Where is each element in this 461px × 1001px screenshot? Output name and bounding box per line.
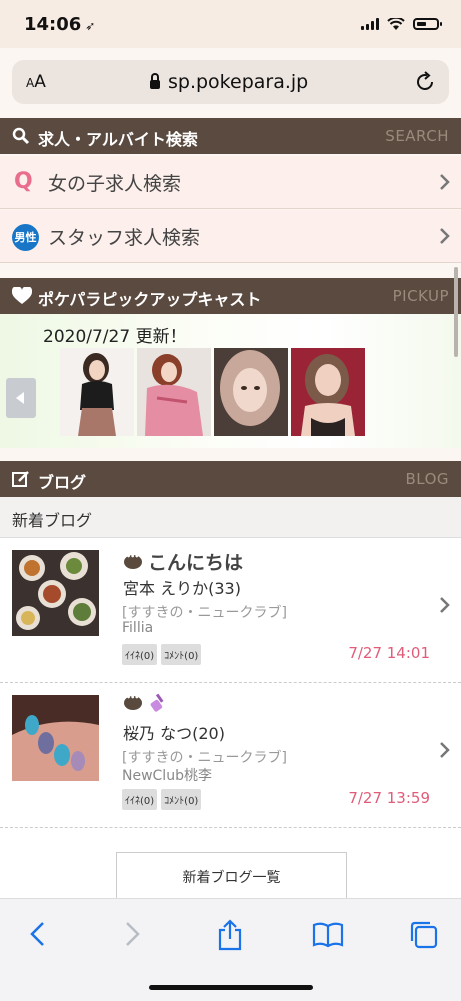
like-count-badge: ｲｲﾈ(0): [122, 789, 158, 810]
clock: 14:06 ➶: [24, 14, 96, 35]
reaction-badges: ｲｲﾈ(0) ｺﾒﾝﾄ(0): [122, 789, 202, 810]
reload-icon[interactable]: [413, 70, 437, 94]
staff-job-search-link[interactable]: 男性 スタッフ求人検索: [0, 210, 461, 263]
cast-photo[interactable]: [291, 348, 365, 436]
blog-thumbnail: [12, 550, 99, 636]
back-icon[interactable]: [26, 919, 50, 949]
female-job-search-link[interactable]: Q 女の子求人検索: [0, 156, 461, 209]
cast-photo[interactable]: [214, 348, 288, 436]
shop-area: [すすきの・ニュークラブ]: [122, 605, 287, 621]
text-size-button[interactable]: AA: [26, 72, 46, 92]
nail-polish-icon: [150, 693, 164, 712]
comment-count-badge: ｺﾒﾝﾄ(0): [161, 789, 202, 810]
blog-post-item[interactable]: こんにちは 宮本 えりか(33) [すすきの・ニュークラブ] Fillia ｲｲ…: [0, 538, 461, 683]
female-q-icon: Q: [14, 169, 33, 194]
url-text: sp.pokepara.jp: [168, 71, 309, 93]
search-icon: [12, 127, 30, 145]
search-section-header: 求人・アルバイト検索 SEARCH: [0, 118, 461, 154]
wifi-icon: [387, 18, 405, 30]
blog-section-header: ブログ BLOG: [0, 461, 461, 497]
bookmarks-icon[interactable]: [312, 919, 344, 949]
comment-count-badge: ｺﾒﾝﾄ(0): [161, 644, 202, 665]
new-blog-subheading: 新着ブログ: [0, 497, 461, 538]
chevron-right-icon: [440, 228, 450, 244]
cast-photo[interactable]: [60, 348, 134, 436]
status-icons: [361, 18, 442, 30]
page-scrollbar[interactable]: [454, 267, 458, 357]
new-blog-list-button[interactable]: 新着ブログ一覧: [116, 852, 347, 901]
menu-label: 女の子求人検索: [48, 173, 182, 195]
like-count-badge: ｲｲﾈ(0): [122, 644, 158, 665]
blog-post-item[interactable]: 桜乃 なつ(20) [すすきの・ニュークラブ] NewClub桃李 ｲｲﾈ(0)…: [0, 683, 461, 828]
cast-photo[interactable]: [137, 348, 211, 436]
section-en-label: BLOG: [405, 470, 449, 488]
post-time: 7/27 14:01: [348, 644, 430, 662]
section-title: ポケパラピックアップキャスト: [38, 290, 262, 309]
club-name: NewClub桃李: [122, 768, 212, 784]
club-name: Fillia: [122, 620, 154, 636]
blog-thumbnail: [12, 695, 99, 781]
menu-label: スタッフ求人検索: [48, 227, 201, 249]
chevron-right-icon: [440, 597, 450, 613]
section-title: 求人・アルバイト検索: [38, 130, 198, 149]
forward-icon[interactable]: [120, 919, 144, 949]
cast-name: 宮本 えりか(33): [123, 579, 241, 598]
blog-title: [124, 693, 174, 713]
comment-bubble-icon: [124, 552, 142, 569]
chevron-right-icon: [440, 174, 450, 190]
tabs-icon[interactable]: [408, 919, 440, 951]
carousel-prev-button[interactable]: [6, 378, 36, 418]
status-bar: 14:06 ➶: [0, 0, 461, 48]
reaction-badges: ｲｲﾈ(0) ｺﾒﾝﾄ(0): [122, 644, 202, 665]
location-arrow-icon: ➶: [85, 19, 96, 33]
cellular-signal-icon: [361, 18, 379, 30]
pickup-section-header: ポケパラピックアップキャスト PICKUP: [0, 278, 461, 314]
comment-bubble-icon: [124, 693, 142, 710]
share-icon[interactable]: [216, 919, 244, 951]
post-time: 7/27 13:59: [348, 789, 430, 807]
section-en-label: SEARCH: [385, 127, 449, 145]
male-badge-icon: 男性: [12, 224, 39, 251]
blog-title: こんにちは: [124, 548, 243, 575]
url-display[interactable]: sp.pokepara.jp: [150, 71, 308, 93]
battery-icon: [413, 18, 442, 30]
heart-icon: [12, 287, 32, 304]
address-bar[interactable]: AA sp.pokepara.jp: [12, 60, 449, 104]
lock-icon: [150, 72, 160, 89]
pickup-updated-date: 2020/7/27 更新！: [43, 327, 187, 347]
chevron-right-icon: [440, 742, 450, 758]
cast-name: 桜乃 なつ(20): [123, 724, 225, 743]
section-en-label: PICKUP: [392, 287, 449, 305]
section-title: ブログ: [38, 473, 87, 492]
home-indicator: [149, 985, 313, 990]
edit-icon: [12, 471, 29, 487]
shop-area: [すすきの・ニュークラブ]: [122, 750, 287, 766]
